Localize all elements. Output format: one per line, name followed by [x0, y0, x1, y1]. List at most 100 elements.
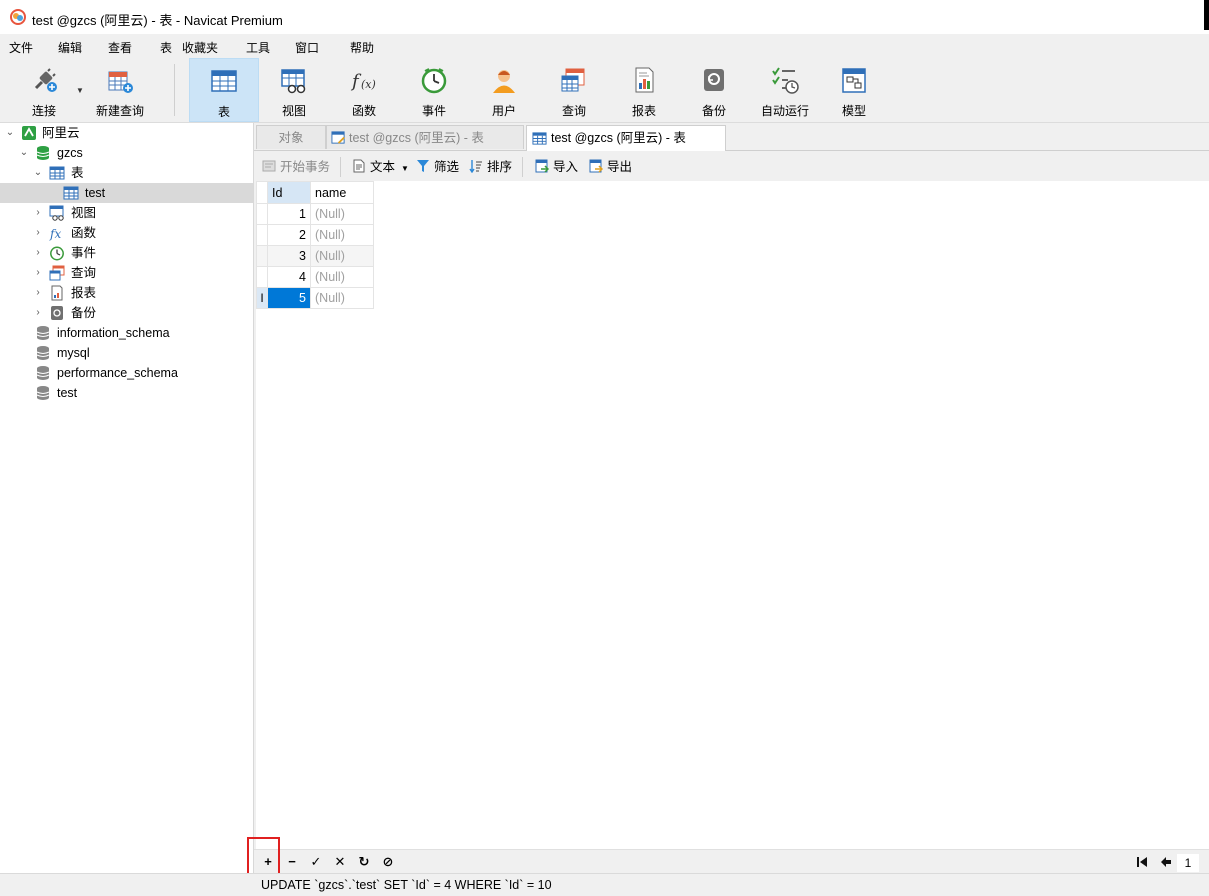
tree-reports-group[interactable]: › 报表	[0, 283, 253, 303]
view-icon	[281, 69, 306, 94]
refresh-button[interactable]: ↻	[356, 854, 372, 870]
svg-text:(x): (x)	[361, 78, 376, 91]
table-row[interactable]: 4 (Null)	[256, 266, 374, 288]
tree-backups-group[interactable]: › 备份	[0, 303, 253, 323]
begin-transaction-button[interactable]: 开始事务	[262, 159, 330, 175]
tree-functions-group[interactable]: › fx 函数	[0, 223, 253, 243]
user-button[interactable]: 用户	[474, 58, 534, 122]
column-header-name[interactable]: name	[310, 181, 374, 204]
cell-id[interactable]: 2	[267, 224, 311, 246]
import-button[interactable]: 导入	[535, 159, 578, 175]
chevron-right-icon[interactable]: ›	[33, 223, 43, 243]
discard-changes-button[interactable]: ✕	[332, 854, 348, 870]
new-query-button[interactable]: 新建查询	[90, 58, 150, 122]
menu-tools[interactable]: 工具	[246, 39, 270, 56]
automation-button[interactable]: 自动运行	[754, 58, 816, 122]
tree-database-test[interactable]: test	[0, 383, 253, 403]
model-button[interactable]: 模型	[824, 58, 884, 122]
document-icon	[353, 159, 365, 173]
cell-id[interactable]: 4	[267, 266, 311, 288]
cell-id[interactable]: 1	[267, 203, 311, 225]
view-button[interactable]: 视图	[264, 58, 324, 122]
connect-button[interactable]: 连接	[14, 58, 74, 122]
tree-database-gzcs[interactable]: ⌄ gzcs	[0, 143, 253, 163]
table-row-selected[interactable]: I 5 (Null)	[256, 287, 374, 309]
text-view-button[interactable]: 文本 ▼	[352, 159, 409, 175]
row-marker[interactable]	[256, 266, 268, 288]
page-number[interactable]: 1	[1177, 854, 1199, 872]
backup-button[interactable]: 备份	[684, 58, 744, 122]
row-marker[interactable]	[256, 245, 268, 267]
connect-dropdown-icon[interactable]: ▼	[76, 86, 84, 95]
previous-page-icon[interactable]	[1160, 856, 1172, 868]
chevron-right-icon[interactable]: ›	[33, 263, 43, 283]
cell-name[interactable]: (Null)	[310, 287, 374, 309]
tree-queries-group[interactable]: › 查询	[0, 263, 253, 283]
chevron-down-icon[interactable]: ⌄	[5, 123, 15, 143]
query-button[interactable]: 查询	[544, 58, 604, 122]
export-button[interactable]: 导出	[589, 159, 632, 175]
filter-label: 筛选	[434, 160, 460, 174]
tree-database-performance-schema[interactable]: performance_schema	[0, 363, 253, 383]
row-marker[interactable]	[256, 203, 268, 225]
menu-favorites[interactable]: 收藏夹	[182, 39, 218, 56]
edit-cursor-marker[interactable]: I	[256, 287, 268, 309]
model-label: 模型	[841, 104, 866, 118]
cell-name[interactable]: (Null)	[310, 224, 374, 246]
chevron-right-icon[interactable]: ›	[33, 203, 43, 223]
stop-button[interactable]: ⊘	[380, 854, 396, 870]
table-button[interactable]: 表	[189, 58, 259, 122]
chevron-right-icon[interactable]: ›	[33, 243, 43, 263]
cell-id[interactable]: 5	[267, 287, 311, 309]
main-toolbar: 连接 ▼ 新建查询 表 视图 f (x) 函数 事件 用户 查询 报表 备份 自…	[0, 58, 1209, 123]
tree-tables-group[interactable]: ⌄ 表	[0, 163, 253, 183]
delete-record-button[interactable]: −	[284, 854, 300, 870]
data-grid: Id name 1 (Null) 2 (Null) 3 (Null) 4 (Nu…	[256, 181, 1209, 849]
event-button[interactable]: 事件	[404, 58, 464, 122]
export-label: 导出	[607, 160, 633, 174]
tree-database-label: mysql	[57, 346, 90, 360]
chevron-right-icon[interactable]: ›	[33, 283, 43, 303]
tree-database-information-schema[interactable]: information_schema	[0, 323, 253, 343]
database-icon	[36, 366, 50, 380]
tab-table-data[interactable]: test @gzcs (阿里云) - 表	[526, 125, 726, 151]
tab-objects[interactable]: 对象	[256, 125, 326, 149]
apply-changes-button[interactable]: ✓	[308, 854, 324, 870]
function-button[interactable]: f (x) 函数	[334, 58, 394, 122]
cell-name[interactable]: (Null)	[310, 203, 374, 225]
record-navigation-bar: + − ✓ ✕ ↻ ⊘ 1	[254, 849, 1209, 874]
tree-table-test[interactable]: test	[0, 183, 253, 203]
menu-window[interactable]: 窗口	[295, 39, 319, 56]
chevron-down-icon[interactable]: ⌄	[19, 143, 29, 163]
tree-functions-label: 函数	[71, 226, 97, 240]
chevron-down-icon[interactable]: ⌄	[33, 163, 43, 183]
row-marker[interactable]	[256, 224, 268, 246]
filter-button[interactable]: 筛选	[416, 159, 459, 175]
tree-database-mysql[interactable]: mysql	[0, 343, 253, 363]
table-label: 表	[217, 105, 230, 119]
menu-table[interactable]: 表	[160, 39, 172, 56]
menu-edit[interactable]: 编辑	[58, 39, 82, 56]
first-page-icon[interactable]	[1136, 856, 1148, 868]
menu-file[interactable]: 文件	[9, 39, 33, 56]
report-button[interactable]: 报表	[614, 58, 674, 122]
database-icon	[36, 146, 50, 160]
chevron-right-icon[interactable]: ›	[33, 303, 43, 323]
cell-id[interactable]: 3	[267, 245, 311, 267]
menu-help[interactable]: 帮助	[350, 39, 374, 56]
tab-table-design[interactable]: test @gzcs (阿里云) - 表	[326, 125, 524, 149]
text-view-label: 文本	[370, 160, 396, 174]
tree-views-group[interactable]: › 视图	[0, 203, 253, 223]
cell-name[interactable]: (Null)	[310, 245, 374, 267]
table-row[interactable]: 3 (Null)	[256, 245, 374, 267]
begin-transaction-label: 开始事务	[280, 160, 331, 174]
table-icon	[63, 186, 79, 200]
cell-name[interactable]: (Null)	[310, 266, 374, 288]
table-row[interactable]: 1 (Null)	[256, 203, 374, 225]
tree-events-group[interactable]: › 事件	[0, 243, 253, 263]
table-row[interactable]: 2 (Null)	[256, 224, 374, 246]
menu-view[interactable]: 查看	[108, 39, 132, 56]
column-header-id[interactable]: Id	[267, 181, 311, 204]
tree-connection[interactable]: ⌄ 阿里云	[0, 123, 253, 143]
sort-button[interactable]: 排序	[469, 159, 512, 175]
